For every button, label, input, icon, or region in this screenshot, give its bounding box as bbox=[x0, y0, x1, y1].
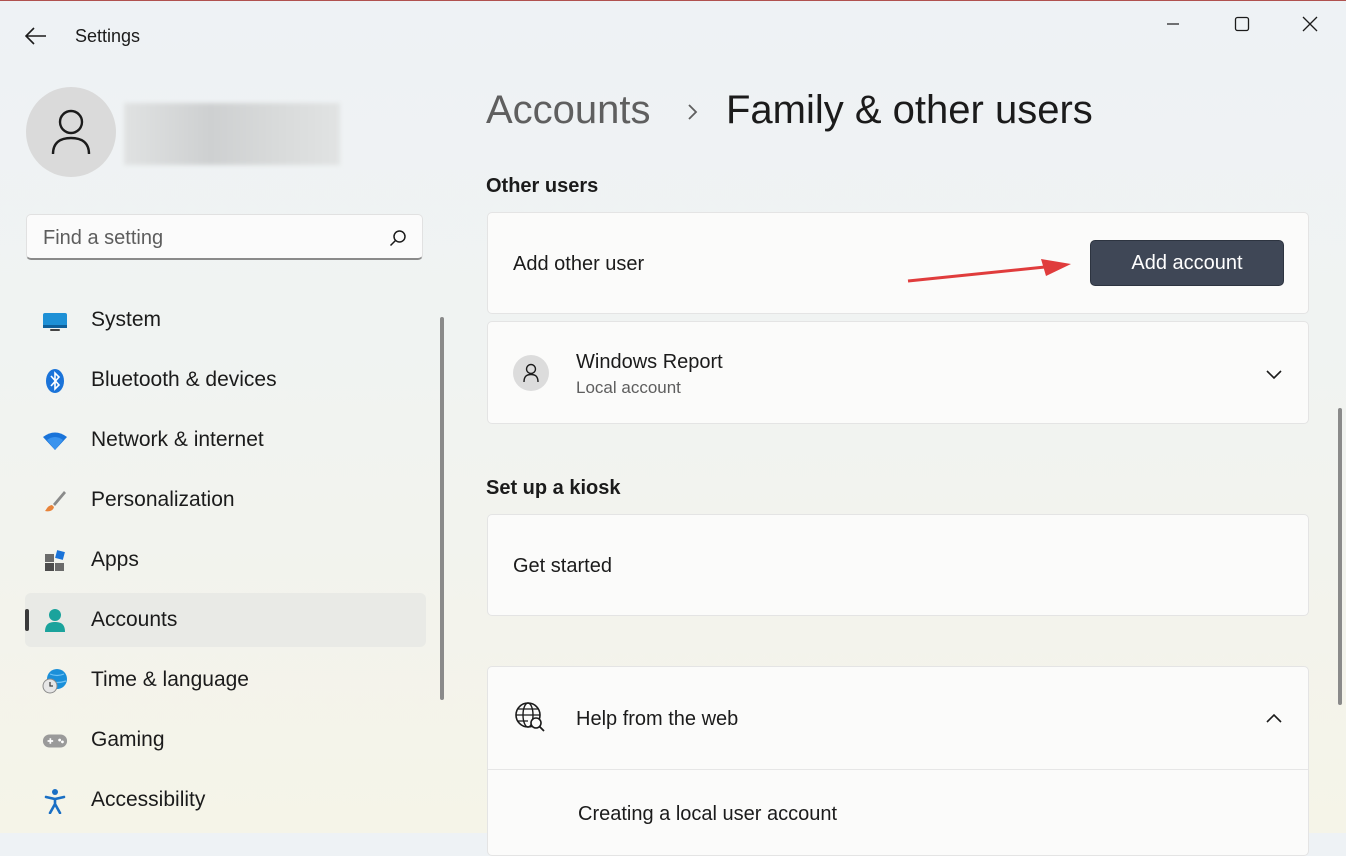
sidebar-nav: System Bluetooth & devices Network & int… bbox=[25, 293, 426, 833]
minimize-icon bbox=[1167, 23, 1179, 25]
sidebar-item-system[interactable]: System bbox=[25, 293, 426, 347]
sidebar-item-label: Accessibility bbox=[91, 788, 206, 811]
breadcrumb-parent[interactable]: Accounts bbox=[486, 88, 651, 133]
brush-icon bbox=[42, 488, 68, 514]
user-avatar bbox=[513, 355, 549, 391]
person-icon bbox=[523, 363, 539, 383]
add-other-user-card: Add other user Add account bbox=[487, 212, 1309, 314]
minimize-button[interactable] bbox=[1150, 6, 1196, 42]
profile-avatar[interactable] bbox=[26, 87, 116, 177]
chevron-down-icon[interactable] bbox=[1264, 364, 1284, 384]
search-icon[interactable] bbox=[388, 228, 408, 248]
main-scrollbar[interactable] bbox=[1338, 408, 1342, 705]
back-button[interactable] bbox=[20, 20, 52, 52]
bluetooth-icon bbox=[42, 368, 68, 394]
annotation-arrow-icon bbox=[907, 259, 1071, 283]
help-from-web-title: Help from the web bbox=[576, 708, 739, 730]
accessibility-icon bbox=[42, 788, 68, 814]
sidebar-item-label: Gaming bbox=[91, 728, 165, 751]
help-link-creating-local-account[interactable]: Creating a local user account bbox=[578, 803, 837, 826]
sidebar-item-network[interactable]: Network & internet bbox=[25, 413, 426, 467]
kiosk-card[interactable]: Get started bbox=[487, 514, 1309, 616]
page-title: Family & other users bbox=[726, 88, 1093, 132]
sidebar-item-accounts[interactable]: Accounts bbox=[25, 593, 426, 647]
sidebar-item-apps[interactable]: Apps bbox=[25, 533, 426, 587]
close-button[interactable] bbox=[1287, 6, 1333, 42]
sidebar-item-label: Bluetooth & devices bbox=[91, 368, 277, 391]
active-indicator bbox=[25, 609, 29, 631]
chevron-right-icon bbox=[688, 104, 698, 120]
person-icon bbox=[51, 109, 91, 155]
title-bar: Settings bbox=[0, 0, 1346, 72]
sidebar-item-personalization[interactable]: Personalization bbox=[25, 473, 426, 527]
search-box[interactable] bbox=[26, 214, 423, 260]
maximize-icon bbox=[1234, 16, 1250, 32]
sidebar-item-label: Network & internet bbox=[91, 428, 264, 451]
username-redacted bbox=[124, 103, 340, 165]
add-other-user-label: Add other user bbox=[513, 253, 645, 275]
sidebar-item-label: System bbox=[91, 308, 162, 331]
chevron-up-icon[interactable] bbox=[1264, 709, 1284, 729]
sidebar-item-accessibility[interactable]: Accessibility bbox=[25, 773, 426, 827]
sidebar-item-label: Accounts bbox=[91, 608, 178, 631]
sidebar-item-label: Time & language bbox=[91, 668, 249, 691]
sidebar-item-bluetooth[interactable]: Bluetooth & devices bbox=[25, 353, 426, 407]
divider bbox=[488, 769, 1308, 770]
system-icon bbox=[42, 308, 68, 334]
apps-icon bbox=[42, 548, 68, 574]
section-title-other-users: Other users bbox=[486, 175, 599, 197]
app-title: Settings bbox=[75, 26, 141, 46]
sidebar-item-label: Personalization bbox=[91, 488, 235, 511]
globe-clock-icon bbox=[42, 668, 68, 694]
sidebar-scrollbar[interactable] bbox=[440, 317, 444, 700]
maximize-button[interactable] bbox=[1219, 6, 1265, 42]
search-input[interactable] bbox=[41, 224, 385, 252]
section-title-kiosk: Set up a kiosk bbox=[486, 477, 621, 499]
user-card-windows-report[interactable]: Windows Report Local account bbox=[487, 321, 1309, 424]
globe-search-icon bbox=[515, 702, 545, 732]
close-icon bbox=[1302, 16, 1318, 32]
help-from-web-card: Help from the web Creating a local user … bbox=[487, 666, 1309, 856]
wifi-icon bbox=[42, 428, 68, 454]
gamepad-icon bbox=[42, 728, 68, 754]
user-account-type: Local account bbox=[576, 378, 681, 397]
back-arrow-icon bbox=[25, 27, 46, 45]
sidebar-item-label: Apps bbox=[91, 548, 139, 571]
add-account-button[interactable]: Add account bbox=[1090, 240, 1284, 286]
accounts-icon bbox=[42, 608, 68, 634]
user-name: Windows Report bbox=[576, 351, 723, 373]
get-started-label: Get started bbox=[513, 555, 612, 577]
sidebar-item-gaming[interactable]: Gaming bbox=[25, 713, 426, 767]
sidebar-item-time-language[interactable]: Time & language bbox=[25, 653, 426, 707]
